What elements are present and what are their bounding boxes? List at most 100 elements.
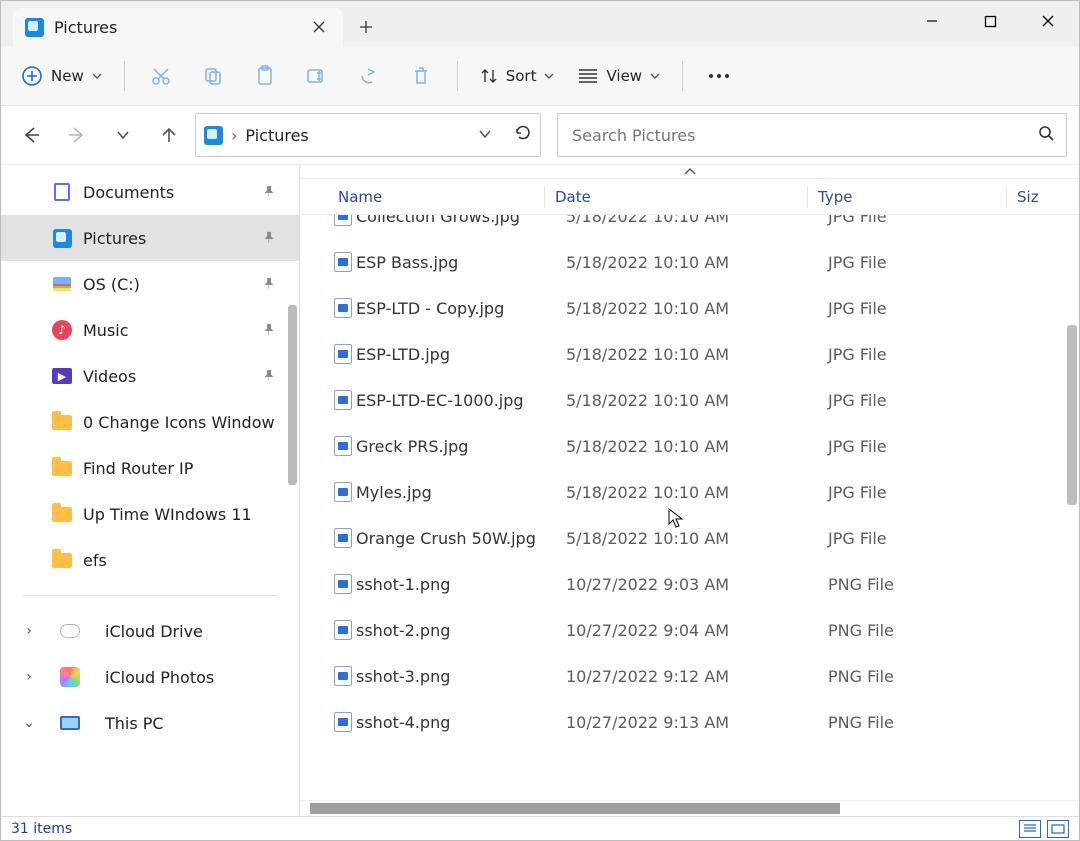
expand-icon[interactable]: ⌄	[21, 715, 37, 731]
chevron-down-icon	[92, 71, 102, 81]
sidebar-item[interactable]: Up Time WIndows 11	[1, 491, 299, 537]
minimize-button[interactable]	[903, 1, 961, 41]
breadcrumb[interactable]: › Pictures	[195, 113, 541, 157]
file-row[interactable]: ESP-LTD-EC-1000.jpg5/18/2022 10:10 AMJPG…	[300, 377, 1079, 423]
column-size[interactable]: Siz	[1007, 188, 1047, 206]
folder-icon	[52, 507, 72, 522]
share-button[interactable]	[345, 56, 393, 96]
file-row[interactable]: sshot-2.png10/27/2022 9:04 AMPNG File	[300, 607, 1079, 653]
pin-icon	[262, 183, 275, 202]
search-input[interactable]	[570, 125, 1038, 146]
file-row[interactable]: Greck PRS.jpg5/18/2022 10:10 AMJPG File	[300, 423, 1079, 469]
forward-button[interactable]	[57, 115, 97, 155]
sidebar-item[interactable]: Find Router IP	[1, 445, 299, 491]
column-date[interactable]: Date	[545, 188, 807, 206]
expand-icon[interactable]: ›	[21, 623, 37, 639]
file-date: 5/18/2022 10:10 AM	[566, 345, 828, 364]
details-view-button[interactable]	[1019, 820, 1041, 838]
up-button[interactable]	[149, 115, 189, 155]
pictures-icon	[204, 126, 223, 145]
folder-icon	[52, 415, 72, 430]
copy-icon	[203, 66, 223, 86]
expand-icon[interactable]: ›	[21, 669, 37, 685]
file-name: Greck PRS.jpg	[356, 437, 566, 456]
file-scrollbar-vertical[interactable]	[1067, 325, 1077, 505]
view-button[interactable]: View	[568, 56, 670, 96]
pin-icon	[262, 229, 275, 248]
file-row[interactable]: ESP-LTD.jpg5/18/2022 10:10 AMJPG File	[300, 331, 1079, 377]
file-type: JPG File	[828, 529, 1026, 548]
drive-icon	[53, 277, 71, 291]
back-button[interactable]	[11, 115, 51, 155]
file-scrollbar-horizontal[interactable]	[300, 800, 1079, 816]
pin-icon	[262, 321, 275, 340]
sidebar-item-label: OS (C:)	[83, 275, 140, 294]
file-icon	[330, 390, 356, 410]
copy-button[interactable]	[189, 56, 237, 96]
file-row[interactable]: Myles.jpg5/18/2022 10:10 AMJPG File	[300, 469, 1079, 515]
pc-icon	[60, 716, 80, 730]
sidebar-item[interactable]: ⌄ This PC	[1, 700, 299, 746]
collapse-caret[interactable]	[300, 165, 1079, 179]
file-icon	[330, 574, 356, 594]
file-explorer-window: Pictures New Sort	[0, 0, 1080, 841]
close-tab-button[interactable]	[305, 13, 333, 41]
list-view-icon	[578, 68, 598, 84]
status-bar: 31 items	[1, 816, 1079, 840]
search-box[interactable]	[557, 113, 1067, 157]
thumbnails-view-button[interactable]	[1047, 820, 1069, 838]
delete-button[interactable]	[397, 56, 445, 96]
sidebar: DocumentsPictures OS (C:) ♪Music▶Videos 0 C…	[1, 165, 299, 816]
divider	[682, 61, 683, 91]
breadcrumb-dropdown[interactable]	[478, 126, 492, 145]
file-icon	[330, 666, 356, 686]
file-type: JPG File	[828, 215, 1026, 226]
tab-pictures[interactable]: Pictures	[13, 8, 343, 46]
sidebar-item[interactable]: Pictures	[1, 215, 299, 261]
sidebar-item[interactable]: ›iCloud Drive	[1, 608, 299, 654]
sidebar-item[interactable]: › iCloud Photos	[1, 654, 299, 700]
file-name: Myles.jpg	[356, 483, 566, 502]
sidebar-item[interactable]: Documents	[1, 169, 299, 215]
toolbar: New Sort View	[1, 46, 1079, 106]
sidebar-item[interactable]: efs	[1, 537, 299, 583]
file-pane: Name Date Type Siz Collection Grows.jpg5…	[300, 165, 1079, 816]
folder-icon	[52, 553, 72, 568]
file-row[interactable]: Collection Grows.jpg5/18/2022 10:10 AMJP…	[300, 215, 1079, 239]
file-type: JPG File	[828, 391, 1026, 410]
sidebar-item[interactable]: ▶Videos	[1, 353, 299, 399]
scissors-icon	[151, 66, 171, 86]
paste-button[interactable]	[241, 56, 289, 96]
sort-button[interactable]: Sort	[470, 56, 565, 96]
sidebar-item-label: 0 Change Icons Window	[83, 413, 275, 432]
file-icon	[330, 344, 356, 364]
maximize-button[interactable]	[961, 1, 1019, 41]
recent-button[interactable]	[103, 115, 143, 155]
music-icon: ♪	[52, 320, 72, 340]
file-row[interactable]: sshot-3.png10/27/2022 9:12 AMPNG File	[300, 653, 1079, 699]
close-window-button[interactable]	[1019, 1, 1077, 41]
scrollbar-thumb[interactable]	[310, 803, 840, 814]
file-row[interactable]: sshot-1.png10/27/2022 9:03 AMPNG File	[300, 561, 1079, 607]
file-icon	[330, 620, 356, 640]
search-icon[interactable]	[1038, 125, 1054, 145]
column-name[interactable]: Name	[338, 188, 544, 206]
sidebar-item[interactable]: OS (C:)	[1, 261, 299, 307]
sidebar-item-label: iCloud Photos	[105, 668, 214, 687]
new-tab-button[interactable]	[349, 10, 383, 44]
sidebar-scrollbar[interactable]	[288, 305, 297, 485]
refresh-button[interactable]	[514, 124, 532, 146]
rename-button[interactable]	[293, 56, 341, 96]
more-button[interactable]	[695, 56, 743, 96]
file-row[interactable]: Orange Crush 50W.jpg5/18/2022 10:10 AMJP…	[300, 515, 1079, 561]
column-type[interactable]: Type	[808, 188, 1006, 206]
sidebar-item[interactable]: ♪Music	[1, 307, 299, 353]
new-button[interactable]: New	[11, 56, 112, 96]
cut-button[interactable]	[137, 56, 185, 96]
sidebar-item[interactable]: 0 Change Icons Window	[1, 399, 299, 445]
pictures-icon	[25, 18, 44, 37]
sidebar-item-label: This PC	[105, 714, 164, 733]
file-row[interactable]: sshot-4.png10/27/2022 9:13 AMPNG File	[300, 699, 1079, 745]
file-row[interactable]: ESP Bass.jpg5/18/2022 10:10 AMJPG File	[300, 239, 1079, 285]
file-row[interactable]: ESP-LTD - Copy.jpg5/18/2022 10:10 AMJPG …	[300, 285, 1079, 331]
